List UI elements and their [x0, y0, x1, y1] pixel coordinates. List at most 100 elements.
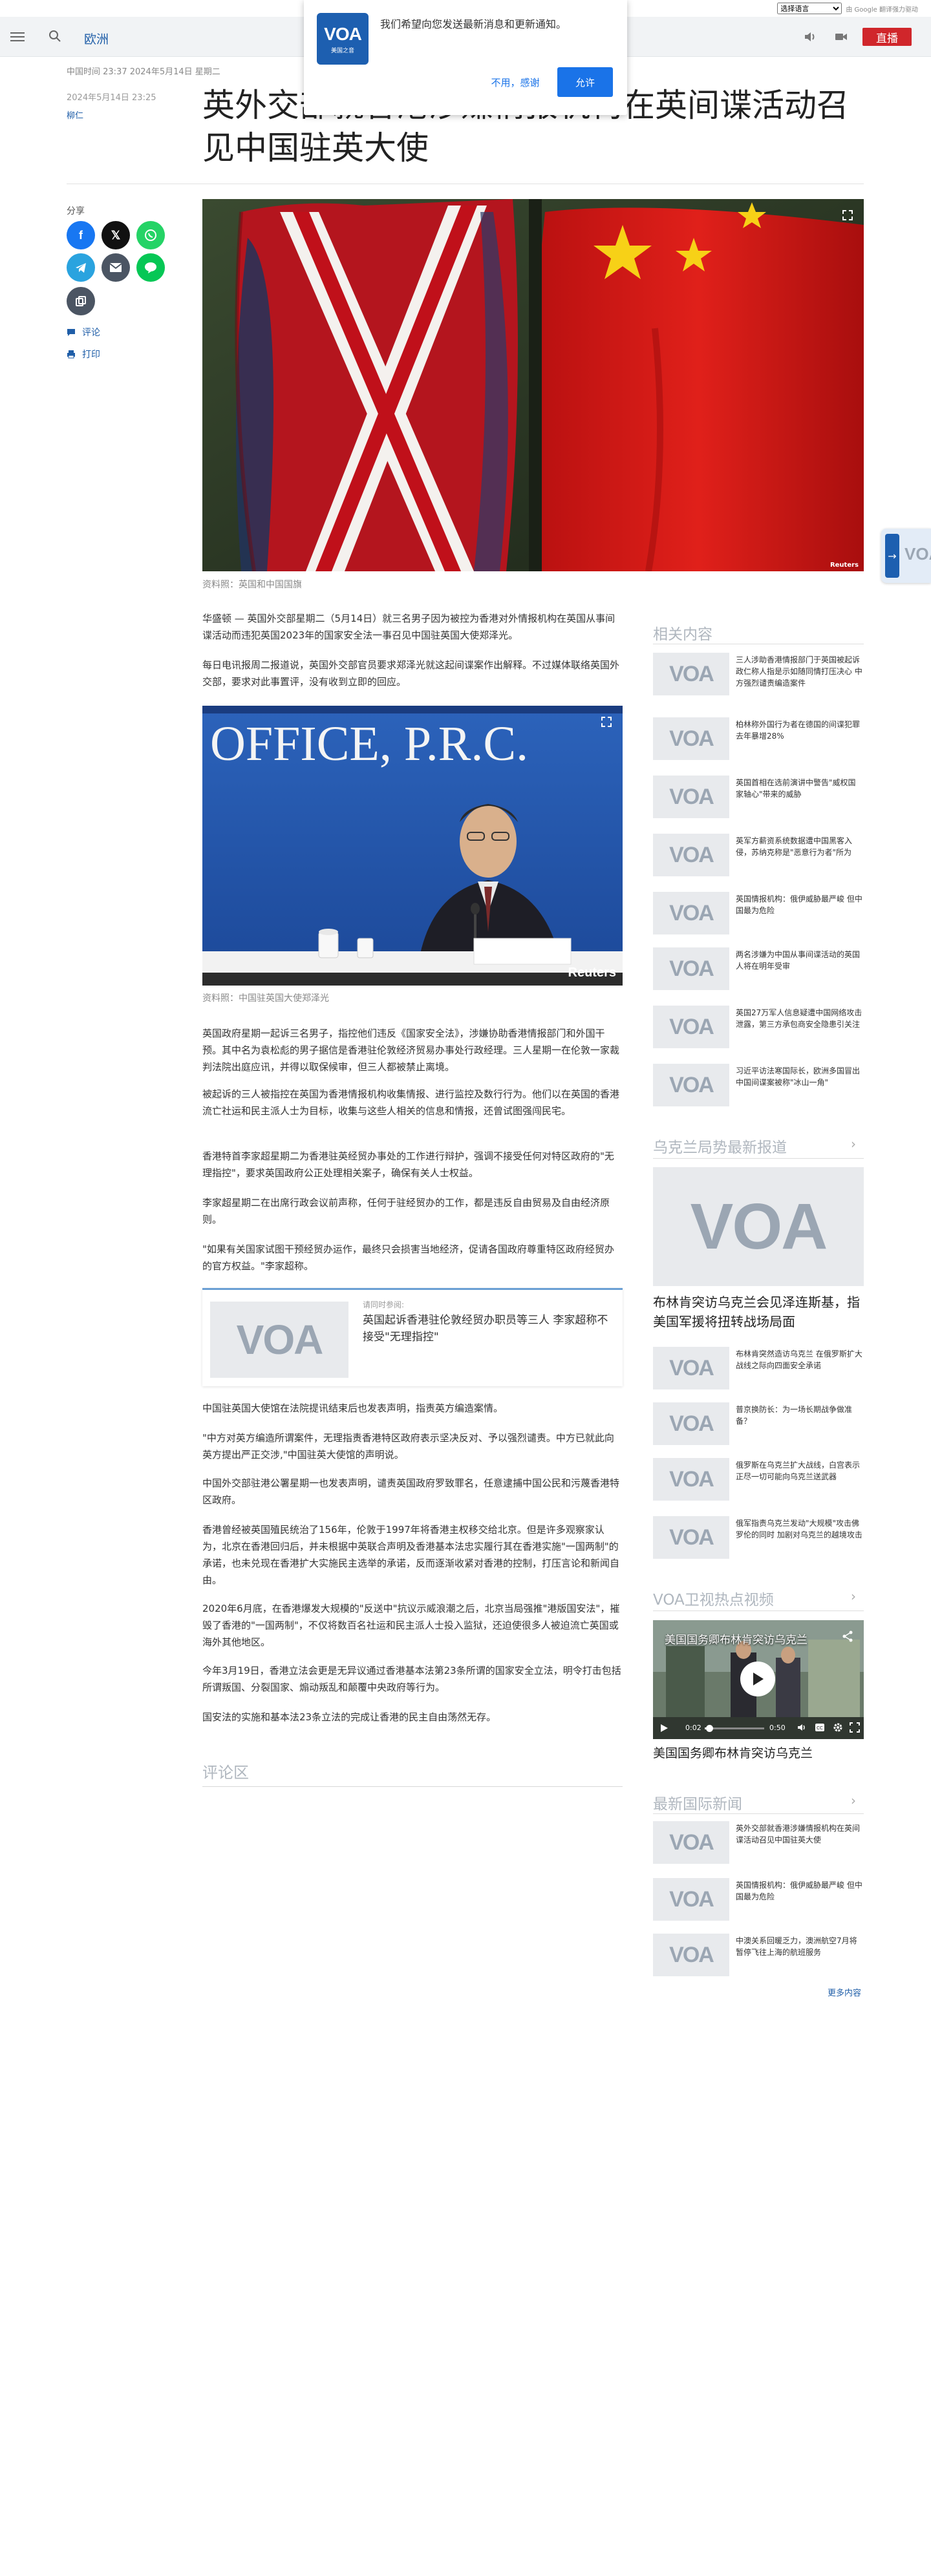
ukraine-heading[interactable]: 乌克兰局势最新报道	[653, 1135, 787, 1157]
play-icon[interactable]	[659, 1724, 669, 1733]
related-item[interactable]: VOA 柏林称外国行为者在德国的间谍犯罪去年暴增28%	[653, 717, 864, 763]
divider	[653, 1158, 864, 1159]
divider	[202, 1786, 623, 1787]
expand-icon[interactable]	[597, 712, 616, 732]
ukraine-item[interactable]: VOA 普京换防长：为一场长期战争做准备？	[653, 1402, 864, 1448]
menu-icon[interactable]	[10, 30, 25, 44]
expand-icon[interactable]	[838, 206, 857, 225]
chevron-right-icon[interactable]: ›	[851, 1136, 856, 1152]
volume-icon[interactable]	[803, 30, 817, 44]
office-sign-text: OFFICE, P.R.C.	[210, 717, 528, 771]
more-news-link[interactable]: 更多内容	[828, 1986, 861, 1998]
voa-logo: VOA	[904, 544, 931, 564]
live-button[interactable]: 直播	[862, 28, 912, 46]
related-item[interactable]: VOA 两名涉嫌为中国从事间谍活动的英国人将在明年受审	[653, 947, 864, 993]
related-item[interactable]: VOA 英军方薪资系统数据遭中国黑客入侵，苏纳克称是"恶意行为者"所为	[653, 834, 864, 879]
article-paragraph: 香港曾经被英国殖民统治了156年，伦敦于1997年将香港主权移交给北京。但是许多…	[202, 1524, 620, 1586]
article-paragraph: 香港特首李家超星期二为香港驻英经贸办事处的工作进行辩护，强调不接受任何对特区政府…	[202, 1150, 614, 1179]
article-paragraph: 2020年6月底，在香港爆发大规模的"反送中"抗议示威浪潮之后，北京当局强推"港…	[202, 1603, 620, 1648]
notification-prompt: VOA 美国之音 我们希望向您发送最新消息和更新通知。 不用，感谢 允许	[304, 0, 627, 115]
read-also-title[interactable]: 英国起诉香港驻伦敦经贸办职员等三人 李家超称不接受"无理指控"	[363, 1312, 615, 1346]
fullscreen-icon[interactable]	[850, 1722, 860, 1733]
article-paragraph: 中国驻英国大使馆在法院提讯结束后也发表声明，指责英方编造案情。	[202, 1402, 504, 1414]
video-overlay-title: 美国国务卿布林肯突访乌克兰	[665, 1634, 808, 1647]
translate-bar: 选择语言 由 Google 翻译强力驱动	[777, 0, 918, 17]
play-icon	[753, 1673, 764, 1685]
video-camera-icon[interactable]	[834, 30, 848, 43]
closed-captions-icon[interactable]: CC	[815, 1723, 825, 1732]
article-paragraph: "如果有关国家试图干预经贸办运作，最终只会损害当地经济，促请各国政府尊重特区政府…	[202, 1243, 614, 1272]
related-item[interactable]: VOA 三人涉助香港情报部门于英国被起诉 政仁称人指是示如随同情打压决心 中方强烈…	[653, 653, 864, 698]
article-paragraph: 李家超星期二在出席行政会议前声称，任何于驻经贸办的工作，都是违反自由贸易及自由经…	[202, 1197, 610, 1225]
ukraine-item[interactable]: VOA 俄罗斯在乌克兰扩大战线，白宫表示正尽一切可能向乌克兰送武器	[653, 1458, 864, 1503]
office-credit: Reuters	[568, 966, 616, 980]
section-link[interactable]: 欧洲	[84, 30, 109, 47]
telegram-share-icon[interactable]	[67, 253, 95, 282]
deny-button[interactable]: 不用，感谢	[480, 67, 551, 97]
comments-heading: 评论区	[202, 1764, 249, 1782]
article-paragraph: 国安法的实施和基本法23条立法的完成让香港的民主自由荡然无存。	[202, 1711, 497, 1723]
related-heading: 相关内容	[653, 626, 712, 643]
video-progress-bar[interactable]	[705, 1725, 764, 1732]
play-button[interactable]	[740, 1662, 775, 1696]
article-paragraph: 华盛顿 — 英国外交部星期二（5月14日）就三名男子因为被控为香港对外情报机构在…	[202, 613, 615, 641]
related-item[interactable]: VOA 习近平访法寒国际长，欧洲多国冒出中国间谍案被称"冰山一角"	[653, 1064, 864, 1109]
latest-item[interactable]: VOA 英国情报机构：俄伊威胁最严峻 但中国最为危险	[653, 1878, 864, 1923]
related-item[interactable]: VOA 英国27万军人信息疑遭中国网络攻击泄露，第三方承包商安全隐患引关注	[653, 1006, 864, 1051]
video-time-current: 0:02	[685, 1724, 701, 1732]
read-also-label: 请同时参阅:	[363, 1300, 405, 1309]
office-caption: 资料照：中国驻英国大使郑泽光	[202, 993, 329, 1004]
email-share-icon[interactable]	[102, 253, 130, 282]
line-share-icon[interactable]	[136, 253, 165, 282]
article-paragraph: 中国外交部驻港公署星期一也发表声明，谴责英国政府罗致罪名，任意逮捕中国公民和污蔑…	[202, 1477, 620, 1506]
article-paragraph: "中方对英方编造所谓案件，无理指责香港特区政府表示坚决反对、予以强烈谴责。中方已…	[202, 1432, 614, 1461]
top-timestamp: 中国时间 23:37 2024年5月14日 星期二	[67, 67, 220, 77]
print-link[interactable]: 打印	[67, 348, 100, 361]
print-icon	[67, 350, 75, 359]
video-player[interactable]: 美国国务卿布林肯突访乌克兰 0:02 0:50 CC	[653, 1620, 864, 1739]
latest-heading[interactable]: 最新国际新闻	[653, 1791, 742, 1813]
article-paragraph: 英国政府星期一起诉三名男子，指控他们违反《国家安全法》，涉嫌协助香港情报部门和外…	[202, 1028, 620, 1073]
read-also-thumbnail: VOA	[210, 1302, 348, 1378]
related-item[interactable]: VOA 英国首相在选前演讲中警告"威权国家轴心"带来的威胁	[653, 776, 864, 821]
voa-logo: VOA 美国之音	[317, 13, 369, 65]
video-heading[interactable]: VOA卫视热点视频	[653, 1587, 774, 1609]
language-select[interactable]: 选择语言	[777, 3, 842, 14]
ukraine-item[interactable]: VOA 布林肯突然造访乌克兰 在俄罗斯扩大战线之际向四面安全承诺	[653, 1347, 864, 1392]
whatsapp-share-icon[interactable]	[136, 221, 165, 249]
svg-text:CC: CC	[817, 1726, 823, 1731]
hero-credit: Reuters	[829, 562, 859, 569]
article-paragraph: 每日电讯报周二报道说，英国外交部官员要求郑泽光就这起间谍案作出解释。不过媒体联络…	[202, 659, 620, 688]
ukraine-feature-image[interactable]: VOA	[653, 1167, 864, 1286]
floating-promo-tab[interactable]: → VOA	[881, 529, 931, 583]
related-item[interactable]: VOA 英国情报机构：俄伊威胁最严峻 但中国最为危险	[653, 892, 864, 937]
allow-button[interactable]: 允许	[557, 67, 613, 97]
latest-item[interactable]: VOA 英外交部就香港涉嫌情报机构在英间谍活动召见中国驻英大使	[653, 1821, 864, 1866]
hero-caption: 资料照：英国和中国国旗	[202, 580, 302, 590]
ukraine-feature-title[interactable]: 布林肯突访乌克兰会见泽连斯基，指美国军援将扭转战场局面	[653, 1293, 866, 1331]
share-label: 分享	[67, 206, 85, 216]
x-share-icon[interactable]: 𝕏	[102, 221, 130, 249]
arrow-right-icon[interactable]: →	[885, 534, 899, 578]
facebook-share-icon[interactable]: f	[67, 221, 95, 249]
video-caption[interactable]: 美国国务卿布林肯突访乌克兰	[653, 1744, 813, 1761]
author-link[interactable]: 柳仁	[67, 109, 83, 121]
comments-link[interactable]: 评论	[67, 326, 100, 339]
share-icon[interactable]	[842, 1631, 853, 1642]
divider	[653, 1610, 864, 1611]
settings-gear-icon[interactable]	[833, 1722, 843, 1733]
hero-image[interactable]: Reuters	[202, 199, 864, 571]
divider	[653, 1813, 864, 1814]
chevron-right-icon[interactable]: ›	[851, 1793, 856, 1808]
search-icon[interactable]	[48, 29, 62, 43]
ukraine-item[interactable]: VOA 俄军指责乌克兰发动"大规模"攻击佛罗伦的同时 加剧对乌克兰的越境攻击	[653, 1516, 864, 1561]
copy-link-icon[interactable]	[67, 287, 95, 315]
read-also-card[interactable]: VOA 请同时参阅: 英国起诉香港驻伦敦经贸办职员等三人 李家超称不接受"无理指…	[202, 1288, 623, 1386]
latest-item[interactable]: VOA 中澳关系回暖乏力，澳洲航空7月将暂停飞往上海的航班服务	[653, 1934, 864, 1979]
comment-icon	[67, 329, 75, 336]
notification-message: 我们希望向您发送最新消息和更新通知。	[380, 18, 567, 30]
volume-icon[interactable]	[797, 1722, 807, 1733]
publish-date: 2024年5月14日 23:25	[67, 93, 156, 103]
ambassador-image[interactable]: OFFICE, P.R.C. Reuters	[202, 706, 623, 986]
chevron-right-icon[interactable]: ›	[851, 1589, 856, 1604]
